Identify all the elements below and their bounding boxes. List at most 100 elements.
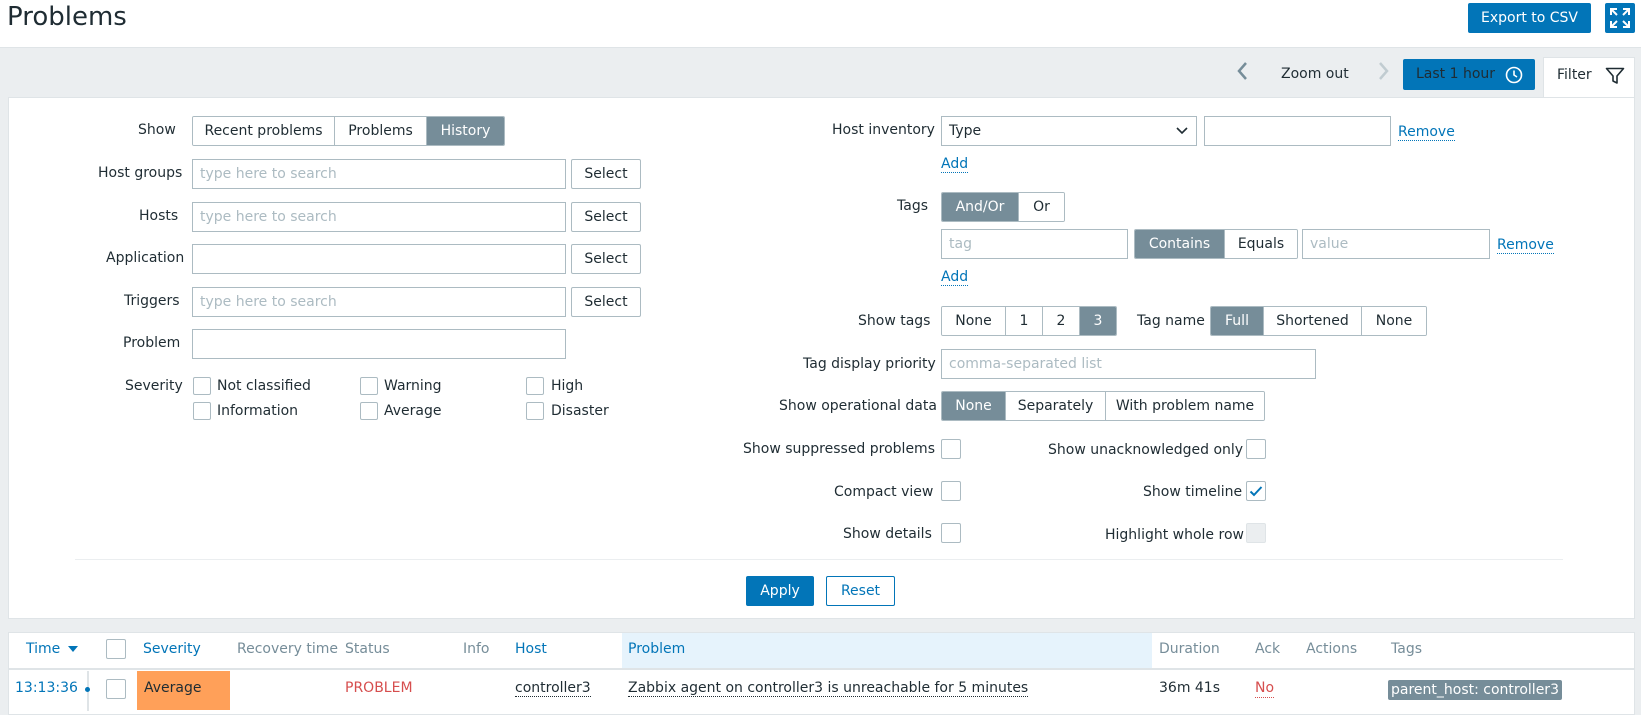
compact-view-checkbox[interactable] — [941, 481, 961, 501]
severity-average-checkbox[interactable] — [360, 402, 378, 420]
clock-icon — [1505, 66, 1523, 84]
show-details-checkbox[interactable] — [941, 523, 961, 543]
column-header-recovery-time: Recovery time — [237, 641, 338, 657]
show-recent-problems[interactable]: Recent problems — [193, 117, 335, 145]
row-ack-link[interactable]: No — [1255, 680, 1275, 698]
severity-high-checkbox[interactable] — [526, 377, 544, 395]
zoom-out-button[interactable]: Zoom out — [1281, 66, 1349, 82]
row-host-link[interactable]: controller3 — [515, 680, 591, 697]
row-tag-pill[interactable]: parent_host: controller3 — [1388, 680, 1562, 700]
tag-name-full[interactable]: Full — [1211, 307, 1264, 335]
triggers-select-button[interactable]: Select — [571, 287, 641, 317]
show-details-label: Show details — [843, 526, 932, 542]
column-header-time[interactable]: Time — [26, 641, 78, 657]
column-header-host[interactable]: Host — [515, 641, 547, 657]
next-period-icon[interactable] — [1376, 60, 1390, 87]
tag-name-input[interactable]: tag — [941, 229, 1128, 259]
tags-operator-control: And/Or Or — [941, 192, 1065, 222]
column-header-problem[interactable]: Problem — [628, 641, 685, 657]
problem-input[interactable] — [192, 329, 566, 359]
tag-match-contains[interactable]: Contains — [1135, 230, 1225, 258]
chevron-down-icon — [1176, 127, 1188, 135]
show-tags-3[interactable]: 3 — [1080, 307, 1116, 335]
show-segmented-control: Recent problems Problems History — [192, 116, 505, 146]
show-history[interactable]: History — [427, 117, 504, 145]
show-label: Show — [138, 122, 176, 138]
tag-remove-link[interactable]: Remove — [1497, 237, 1554, 254]
show-tags-none[interactable]: None — [942, 307, 1006, 335]
suppressed-label: Show suppressed problems — [743, 441, 935, 457]
highlight-row-label: Highlight whole row — [1105, 527, 1244, 543]
sort-desc-icon — [67, 646, 78, 652]
tag-name-shortened[interactable]: Shortened — [1264, 307, 1362, 335]
select-all-checkbox[interactable] — [106, 639, 126, 659]
host-inventory-field-select[interactable]: Type — [941, 116, 1197, 146]
application-select-button[interactable]: Select — [571, 244, 641, 274]
host-inventory-remove-link[interactable]: Remove — [1398, 124, 1455, 141]
show-tags-label: Show tags — [858, 313, 931, 329]
tag-name-control: Full Shortened None — [1210, 306, 1427, 336]
opdata-separately[interactable]: Separately — [1006, 392, 1106, 420]
application-input[interactable] — [192, 244, 566, 274]
host-groups-select-button[interactable]: Select — [571, 159, 641, 189]
reset-button[interactable]: Reset — [826, 576, 895, 606]
time-controls — [0, 48, 1641, 98]
host-inventory-value-input[interactable] — [1204, 116, 1391, 146]
tag-add-link[interactable]: Add — [941, 269, 969, 286]
hosts-select-button[interactable]: Select — [571, 202, 641, 232]
column-header-actions: Actions — [1306, 641, 1358, 657]
table-header-border — [9, 668, 1634, 670]
severity-warning-label: Warning — [384, 378, 442, 394]
checkmark-icon — [1249, 486, 1263, 497]
severity-warning-checkbox[interactable] — [360, 377, 378, 395]
time-period-label: Last 1 hour — [1416, 66, 1496, 82]
host-groups-label: Host groups — [98, 165, 183, 181]
row-time-link[interactable]: 13:13:36 — [15, 680, 78, 696]
show-tags-1[interactable]: 1 — [1006, 307, 1043, 335]
row-duration: 36m 41s — [1159, 680, 1221, 696]
column-header-status: Status — [345, 641, 390, 657]
hosts-input[interactable]: type here to search — [192, 202, 566, 232]
tag-name-label: Tag name — [1137, 313, 1205, 329]
severity-not-classified-checkbox[interactable] — [193, 377, 211, 395]
tag-match-equals[interactable]: Equals — [1225, 230, 1297, 258]
severity-information-label: Information — [217, 403, 299, 419]
tab-filter[interactable]: Filter — [1543, 57, 1635, 99]
highlight-row-checkbox[interactable] — [1246, 523, 1266, 543]
column-header-severity[interactable]: Severity — [143, 641, 201, 657]
export-csv-button[interactable]: Export to CSV — [1468, 3, 1591, 33]
show-timeline-checkbox[interactable] — [1246, 481, 1266, 501]
host-groups-input[interactable]: type here to search — [192, 159, 566, 189]
row-problem-link[interactable]: Zabbix agent on controller3 is unreachab… — [628, 680, 1029, 697]
column-header-ack: Ack — [1255, 641, 1281, 657]
tags-operator-and-or[interactable]: And/Or — [942, 193, 1019, 221]
tag-priority-input[interactable]: comma-separated list — [941, 349, 1316, 379]
time-period-button[interactable]: Last 1 hour — [1403, 59, 1535, 90]
host-inventory-add-link[interactable]: Add — [941, 156, 969, 173]
column-header-tags: Tags — [1391, 641, 1422, 657]
show-problems[interactable]: Problems — [335, 117, 427, 145]
page-title: Problems — [7, 2, 127, 32]
problem-column-highlight — [622, 633, 1152, 669]
tag-name-none[interactable]: None — [1362, 307, 1426, 335]
severity-label: Severity — [125, 378, 183, 394]
tag-value-input[interactable]: value — [1302, 229, 1490, 259]
funnel-icon — [1605, 67, 1625, 84]
tags-label: Tags — [897, 198, 928, 214]
previous-period-icon[interactable] — [1236, 60, 1250, 87]
suppressed-checkbox[interactable] — [941, 439, 961, 459]
fullscreen-button[interactable] — [1605, 3, 1635, 33]
row-checkbox[interactable] — [106, 679, 126, 699]
severity-disaster-checkbox[interactable] — [526, 402, 544, 420]
tags-operator-or[interactable]: Or — [1019, 193, 1064, 221]
unack-checkbox[interactable] — [1246, 439, 1266, 459]
hosts-label: Hosts — [139, 208, 179, 224]
show-tags-control: None 1 2 3 — [941, 306, 1117, 336]
apply-button[interactable]: Apply — [746, 576, 814, 606]
severity-information-checkbox[interactable] — [193, 402, 211, 420]
show-tags-2[interactable]: 2 — [1043, 307, 1080, 335]
triggers-input[interactable]: type here to search — [192, 287, 566, 317]
opdata-with-problem-name[interactable]: With problem name — [1106, 392, 1264, 420]
opdata-none[interactable]: None — [942, 392, 1006, 420]
page-header: Problems Export to CSV — [0, 0, 1641, 48]
